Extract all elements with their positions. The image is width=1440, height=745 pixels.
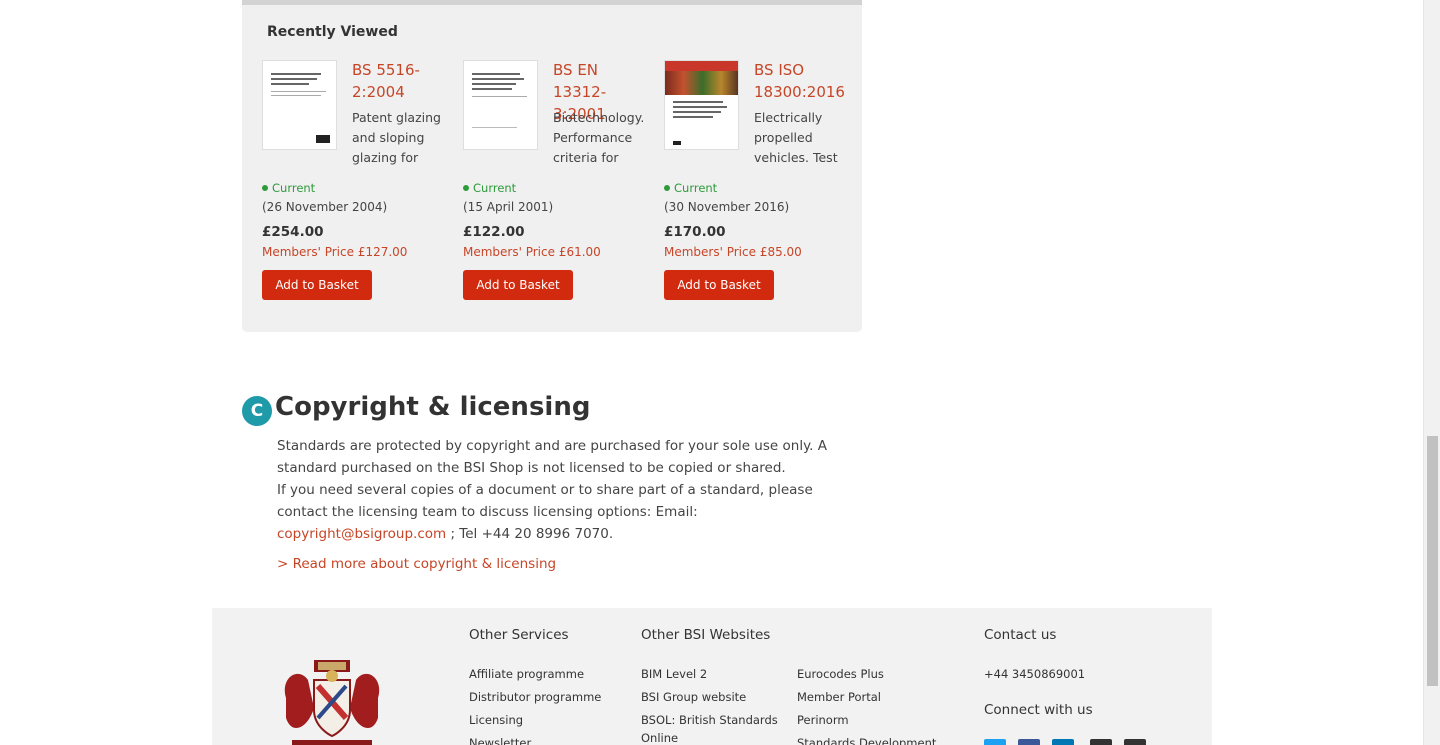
product-description: Electrically propelled vehicles. Test — [754, 110, 838, 165]
footer-link-eurocodes[interactable]: Eurocodes Plus — [797, 665, 884, 683]
contact-heading: Contact us — [984, 627, 1057, 643]
footer-link-licensing[interactable]: Licensing — [469, 711, 523, 729]
status-dot-icon — [262, 185, 268, 191]
email-link[interactable]: copyright@bsigroup.com — [277, 526, 446, 542]
footer-link-bsol[interactable]: BSOL: British Standards Online — [641, 711, 781, 745]
product-price: £170.00 — [664, 224, 726, 240]
product-code-link[interactable]: BS ISO 18300:2016 — [754, 59, 849, 103]
product-description: Patent glazing and sloping glazing for — [352, 110, 441, 165]
read-more-copyright-link[interactable]: > Read more about copyright & licensing — [277, 556, 556, 572]
footer-link-bim[interactable]: BIM Level 2 — [641, 665, 707, 683]
connect-heading: Connect with us — [984, 702, 1093, 718]
product-thumbnail[interactable] — [463, 60, 538, 150]
linkedin-icon[interactable] — [1052, 739, 1074, 745]
footer-link-newsletter[interactable]: Newsletter — [469, 734, 531, 745]
footer-link-bsi-group[interactable]: BSI Group website — [641, 688, 746, 706]
status-dot-icon — [664, 185, 670, 191]
site-footer: Other Services Affiliate programme Distr… — [212, 608, 1212, 745]
publication-date: (15 April 2001) — [463, 200, 554, 214]
print-icon[interactable] — [1124, 739, 1146, 745]
publication-date: (26 November 2004) — [262, 200, 388, 214]
add-to-basket-button[interactable]: Add to Basket — [664, 270, 774, 300]
add-to-basket-button[interactable]: Add to Basket — [262, 270, 372, 300]
product-price: £122.00 — [463, 224, 525, 240]
product-price: £254.00 — [262, 224, 324, 240]
licensing-paragraph: If you need several copies of a document… — [277, 482, 813, 542]
footer-link-standards-development[interactable]: Standards Development — [797, 734, 936, 745]
status-badge: Current — [664, 181, 717, 195]
status-badge: Current — [463, 181, 516, 195]
footer-link-perinorm[interactable]: Perinorm — [797, 711, 849, 729]
product-description: Biotechnology. Performance criteria for … — [553, 110, 645, 165]
publication-date: (30 November 2016) — [664, 200, 790, 214]
footer-link-affiliate[interactable]: Affiliate programme — [469, 665, 584, 683]
copyright-heading: Copyright & licensing — [275, 392, 591, 422]
product-card: BS ISO 18300:2016 Electrically propelled… — [664, 55, 849, 305]
copyright-text: Standards are protected by copyright and… — [277, 435, 867, 545]
product-card: BS 5516-2:2004 Patent glazing and slopin… — [262, 55, 447, 305]
section-badge-c: C — [242, 396, 272, 426]
recently-viewed-title: Recently Viewed — [267, 24, 398, 40]
product-card: BS EN 13312-3:2001 Biotechnology. Perfor… — [463, 55, 648, 305]
scrollbar-thumb[interactable] — [1427, 436, 1438, 686]
page-scrollbar[interactable] — [1423, 0, 1440, 745]
twitter-icon[interactable] — [984, 739, 1006, 745]
copyright-paragraph: Standards are protected by copyright and… — [277, 438, 827, 476]
facebook-icon[interactable] — [1018, 739, 1040, 745]
product-thumbnail[interactable] — [664, 60, 739, 150]
status-dot-icon — [463, 185, 469, 191]
product-thumbnail[interactable] — [262, 60, 337, 150]
members-price: Members' Price £127.00 — [262, 245, 408, 259]
footer-link-distributor[interactable]: Distributor programme — [469, 688, 601, 706]
email-icon[interactable] — [1090, 739, 1112, 745]
bsi-coat-of-arms-logo — [284, 660, 380, 745]
contact-phone[interactable]: +44 3450869001 — [984, 665, 1085, 683]
footer-link-member-portal[interactable]: Member Portal — [797, 688, 881, 706]
other-services-heading: Other Services — [469, 627, 569, 643]
add-to-basket-button[interactable]: Add to Basket — [463, 270, 573, 300]
members-price: Members' Price £85.00 — [664, 245, 802, 259]
other-websites-heading: Other BSI Websites — [641, 627, 771, 643]
product-code-link[interactable]: BS 5516-2:2004 — [352, 59, 447, 103]
recently-viewed-panel: Recently Viewed BS 5516-2:2004 Patent gl… — [242, 0, 862, 332]
members-price: Members' Price £61.00 — [463, 245, 601, 259]
status-badge: Current — [262, 181, 315, 195]
